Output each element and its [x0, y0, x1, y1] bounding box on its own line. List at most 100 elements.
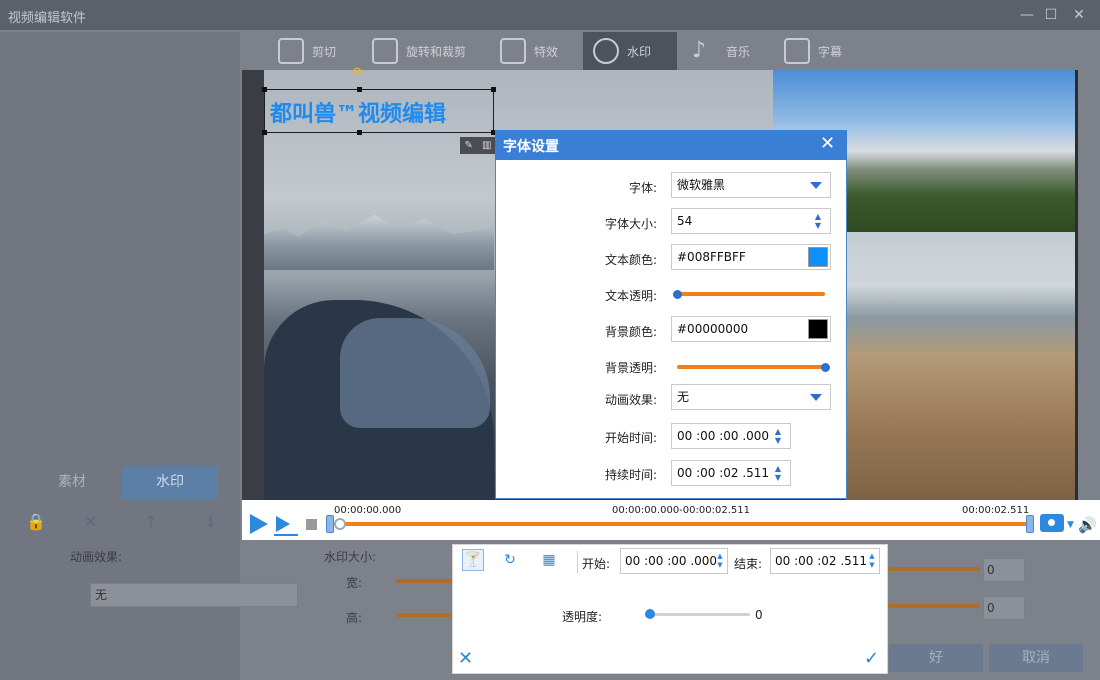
play-icon[interactable] — [250, 514, 268, 534]
timeline-start-handle[interactable] — [326, 515, 334, 533]
resize-handle[interactable] — [262, 130, 267, 135]
volume-icon[interactable]: 🔊 — [1078, 516, 1097, 534]
close-icon[interactable]: ✕ — [820, 134, 835, 154]
step-forward-icon[interactable] — [276, 516, 290, 532]
tab-label: 特效 — [534, 44, 559, 59]
tab-subtitle[interactable]: 字幕 — [784, 32, 842, 70]
start-time-field[interactable]: 00 :00 :00 .000 ▲ ▼ — [671, 423, 791, 449]
watermark-size-label: 水印大小: — [324, 550, 377, 564]
tab-label: 旋转和裁剪 — [406, 44, 467, 59]
start-time-value: 00 :00 :00 .000 — [625, 554, 718, 568]
resize-handle[interactable] — [262, 87, 267, 92]
minimize-icon[interactable]: — — [1018, 6, 1036, 24]
text-opacity-knob[interactable] — [673, 290, 682, 299]
height-spinner[interactable]: 0 — [983, 596, 1025, 620]
confirm-icon[interactable]: ✓ — [864, 648, 879, 669]
dialog-title: 字体设置 — [503, 139, 559, 155]
lock-icon[interactable]: 🔒 — [26, 512, 46, 531]
height-label: 高: — [346, 611, 363, 625]
spinner-arrows-icon[interactable]: ▲ ▼ — [772, 464, 784, 482]
cancel-button[interactable]: 取消 — [989, 644, 1083, 672]
duration-field-value: 00 :00 :02 .511 — [677, 466, 770, 480]
subtitle-icon — [784, 38, 810, 64]
bg-opacity-label: 背景透明: — [604, 361, 657, 375]
opacity-slider[interactable] — [650, 613, 750, 616]
resize-handle[interactable] — [491, 87, 496, 92]
text-color-swatch[interactable] — [808, 247, 828, 267]
tab-material[interactable]: 素材 — [24, 466, 120, 499]
spinner-arrows-icon[interactable]: ▲ ▼ — [715, 552, 725, 570]
delete-icon[interactable]: ✕ — [84, 512, 97, 531]
timeline-end-handle[interactable] — [1026, 515, 1034, 533]
stop-icon[interactable] — [306, 519, 317, 530]
tab-music[interactable]: ♪ 音乐 — [692, 32, 750, 70]
text-color-input[interactable]: #008FFBFF — [671, 244, 831, 270]
end-time-value: 00 :00 :02 .511 — [775, 554, 868, 568]
resize-handle[interactable] — [357, 87, 362, 92]
end-time-input[interactable]: 00 :00 :02 .511 ▲ ▼ — [770, 548, 880, 574]
width-spinner[interactable]: 0 — [983, 558, 1025, 582]
tab-label: 剪切 — [312, 44, 337, 59]
maximize-icon[interactable]: ☐ — [1042, 6, 1060, 24]
animation-label-dialog: 动画效果: — [604, 393, 657, 407]
bg-color-input[interactable]: #00000000 — [671, 316, 831, 342]
spinner-arrows-icon[interactable]: ▲ ▼ — [812, 212, 824, 230]
overlay-image-desert — [846, 232, 1075, 500]
watermark-text: 都叫兽™视频编辑 — [270, 102, 447, 127]
ok-button[interactable]: 好 — [889, 644, 983, 672]
grid-icon[interactable]: ▦ — [538, 549, 560, 571]
width-slider[interactable] — [396, 579, 452, 583]
tab-cut[interactable]: 剪切 — [278, 32, 336, 70]
height-slider[interactable] — [396, 613, 452, 617]
width-label: 宽: — [346, 576, 363, 590]
rotate-handle-icon[interactable]: ⟲ — [350, 66, 364, 80]
bg-opacity-slider[interactable] — [677, 365, 825, 369]
width-slider-right[interactable] — [888, 567, 980, 571]
timeline-track[interactable] — [336, 522, 1028, 526]
tab-rotate-crop[interactable]: 旋转和裁剪 — [372, 32, 466, 70]
move-down-icon[interactable]: ↓ — [204, 512, 217, 531]
timeline-start-time: 00:00:00.000 — [334, 505, 402, 516]
duration-label: 持续时间: — [604, 468, 657, 482]
spinner-arrows-icon[interactable]: ▲ ▼ — [772, 427, 784, 445]
start-label: 开始: — [582, 557, 611, 571]
rotate-icon[interactable]: ↻ — [499, 549, 521, 571]
chevron-down-icon[interactable] — [810, 182, 822, 189]
move-up-icon[interactable]: ↑ — [144, 512, 157, 531]
start-time-input[interactable]: 00 :00 :00 .000 ▲ ▼ — [620, 548, 728, 574]
resize-handle[interactable] — [357, 130, 362, 135]
font-size-spinner[interactable]: 54 ▲ ▼ — [671, 208, 831, 234]
tab-effects[interactable]: 特效 — [500, 32, 558, 70]
film-reel-icon — [593, 38, 619, 64]
text-opacity-slider[interactable] — [677, 292, 825, 296]
font-select[interactable]: 微软雅黑 — [671, 172, 831, 198]
animation-select-value: 无 — [95, 588, 108, 602]
duration-field[interactable]: 00 :00 :02 .511 ▲ ▼ — [671, 460, 791, 486]
trash-icon[interactable]: ▥ — [482, 140, 491, 151]
animation-select[interactable]: 无 — [90, 583, 298, 607]
preview-edge — [1075, 70, 1078, 500]
edit-icon[interactable]: ✎ — [465, 140, 473, 151]
animation-select-dialog[interactable]: 无 — [671, 384, 831, 410]
bg-color-swatch[interactable] — [808, 319, 828, 339]
close-icon[interactable]: ✕ — [1070, 6, 1088, 24]
chevron-down-icon[interactable]: ▼ — [1067, 520, 1074, 530]
watermark-mini-toolbar: ✎ ▥ — [460, 137, 496, 154]
spinner-arrows-icon[interactable]: ▲ ▼ — [867, 552, 877, 570]
playhead[interactable] — [334, 518, 346, 530]
bg-opacity-knob[interactable] — [821, 363, 830, 372]
height-slider-right[interactable] — [888, 604, 980, 608]
chevron-down-icon[interactable] — [810, 394, 822, 401]
step-forward-underline — [274, 534, 298, 536]
text-color-label: 文本颜色: — [604, 253, 657, 267]
text-watermark-icon[interactable]: 🍸 — [462, 549, 484, 571]
start-time-field-value: 00 :00 :00 .000 — [677, 429, 770, 443]
camera-lens — [1046, 517, 1057, 528]
app-title: 视频编辑软件 — [8, 11, 87, 26]
opacity-knob[interactable] — [645, 609, 655, 619]
tab-label: 字幕 — [818, 44, 843, 59]
cancel-icon[interactable]: ✕ — [458, 648, 473, 669]
tab-watermark[interactable]: 水印 — [583, 32, 677, 70]
tab-watermark-side[interactable]: 水印 — [122, 466, 218, 499]
font-size-label: 字体大小: — [604, 217, 657, 231]
